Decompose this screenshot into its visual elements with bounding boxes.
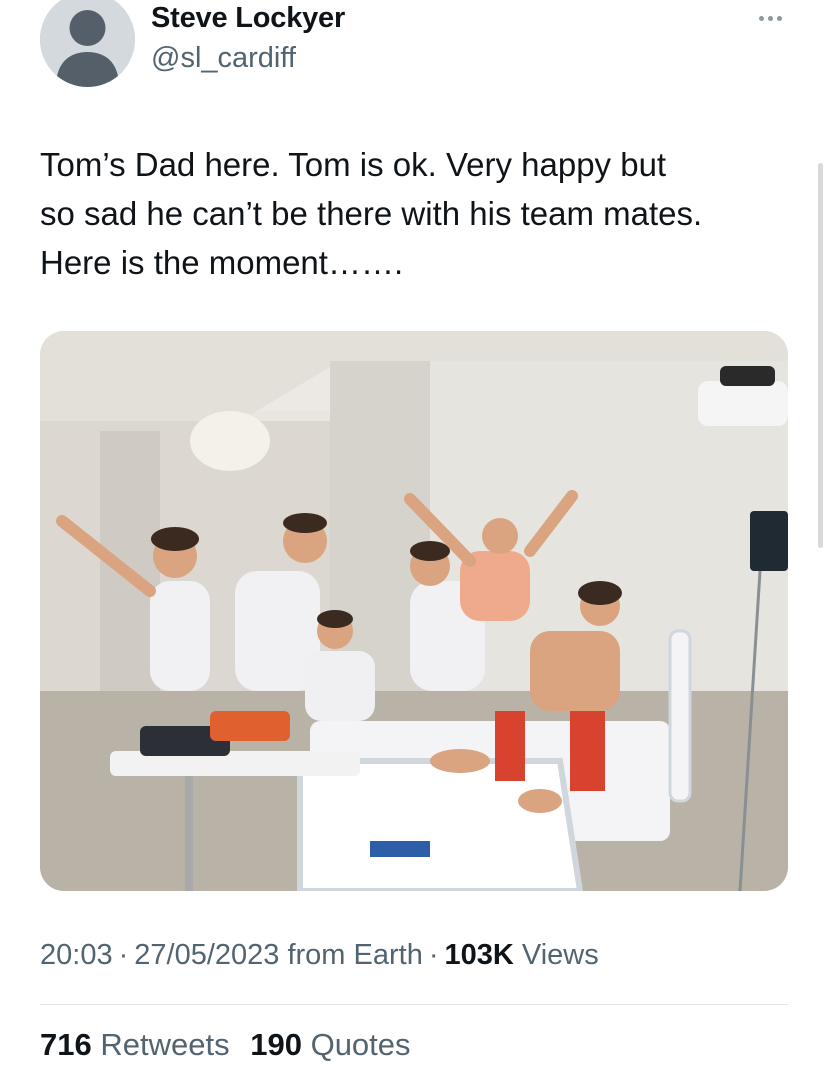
- tweet-source: from Earth: [287, 939, 423, 971]
- more-horizontal-icon: [758, 15, 764, 21]
- more-dot: [776, 15, 782, 21]
- hospital-room-photo: [40, 331, 788, 891]
- more-options-button[interactable]: [748, 6, 792, 30]
- quotes-label: Quotes: [310, 1027, 411, 1062]
- views-label: Views: [521, 939, 599, 971]
- quotes-count: 190: [250, 1027, 302, 1062]
- tweet-meta: 20:03 · 27/05/2023 from Earth · 103K Views: [40, 939, 599, 972]
- tweet-text: Tom’s Dad here. Tom is ok. Very happy bu…: [40, 140, 790, 287]
- tweet-photo[interactable]: [40, 331, 788, 891]
- tweet-text-line: so sad he can’t be there with his team m…: [40, 195, 703, 232]
- meta-separator: ·: [428, 939, 439, 971]
- meta-separator: ·: [118, 939, 129, 971]
- retweets-link[interactable]: 716 Retweets: [40, 1027, 230, 1063]
- author-display-name[interactable]: Steve Lockyer: [151, 2, 345, 35]
- tweet-text-line: Here is the moment…….: [40, 244, 404, 281]
- tweet-date[interactable]: 27/05/2023: [134, 939, 279, 971]
- author-handle[interactable]: @sl_cardiff: [151, 42, 296, 75]
- more-dot: [767, 15, 773, 21]
- scroll-indicator[interactable]: [818, 163, 823, 548]
- retweets-label: Retweets: [100, 1027, 230, 1062]
- retweets-count: 716: [40, 1027, 92, 1062]
- quotes-link[interactable]: 190 Quotes: [250, 1027, 410, 1063]
- views-count: 103K: [444, 939, 514, 971]
- tweet-text-line: Tom’s Dad here. Tom is ok. Very happy bu…: [40, 146, 667, 183]
- tweet-time[interactable]: 20:03: [40, 939, 113, 971]
- default-profile-icon: [40, 0, 135, 87]
- engagement-stats: 716 Retweets 190 Quotes: [40, 1027, 423, 1063]
- author-avatar[interactable]: [40, 0, 135, 87]
- divider: [40, 1004, 788, 1005]
